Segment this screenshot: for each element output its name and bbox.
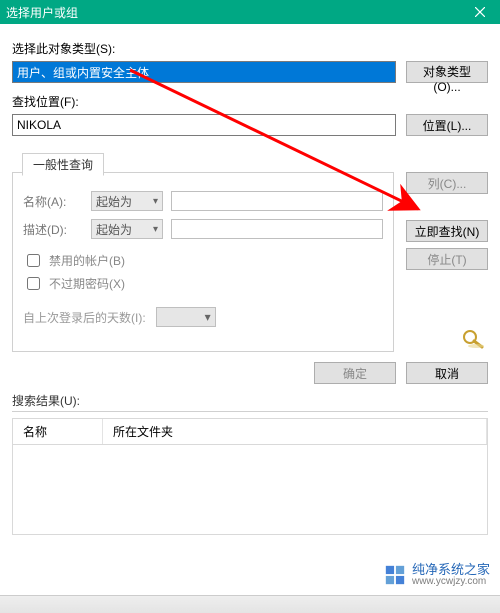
search-results-label: 搜索结果(U): bbox=[12, 392, 488, 409]
column-name[interactable]: 名称 bbox=[13, 419, 103, 444]
desc-label: 描述(D): bbox=[23, 221, 83, 238]
disabled-accounts-check[interactable]: 禁用的帐户(B) bbox=[23, 251, 383, 270]
name-label: 名称(A): bbox=[23, 193, 83, 210]
dialog-body: 选择此对象类型(S): 对象类型(O)... 查找位置(F): 位置(L)...… bbox=[0, 24, 500, 541]
results-list[interactable] bbox=[12, 445, 488, 535]
object-type-label: 选择此对象类型(S): bbox=[12, 40, 488, 57]
object-types-button[interactable]: 对象类型(O)... bbox=[406, 61, 488, 83]
chevron-down-icon: ▾ bbox=[153, 224, 158, 235]
columns-button[interactable]: 列(C)... bbox=[406, 172, 488, 194]
close-button[interactable] bbox=[460, 0, 500, 24]
ok-button[interactable]: 确定 bbox=[314, 362, 396, 384]
watermark-url: www.ycwjzy.com bbox=[412, 576, 490, 587]
separator bbox=[12, 411, 488, 412]
no-expire-check[interactable]: 不过期密码(X) bbox=[23, 274, 383, 293]
location-field[interactable] bbox=[12, 114, 396, 136]
name-input[interactable] bbox=[171, 191, 383, 211]
watermark: 纯净系统之家 www.ycwjzy.com bbox=[384, 563, 490, 587]
desc-match-value: 起始为 bbox=[96, 221, 132, 238]
search-icon bbox=[406, 329, 488, 352]
object-type-field[interactable] bbox=[12, 61, 396, 83]
stop-button[interactable]: 停止(T) bbox=[406, 248, 488, 270]
query-panel: 名称(A): 起始为 ▾ 描述(D): 起始为 ▾ bbox=[12, 172, 394, 352]
no-expire-checkbox[interactable] bbox=[27, 277, 40, 290]
location-label: 查找位置(F): bbox=[12, 93, 488, 110]
name-match-combo[interactable]: 起始为 ▾ bbox=[91, 191, 163, 211]
column-folder[interactable]: 所在文件夹 bbox=[103, 419, 487, 444]
close-icon bbox=[475, 7, 485, 17]
chevron-down-icon: ▾ bbox=[205, 310, 211, 324]
watermark-text: 纯净系统之家 bbox=[412, 563, 490, 576]
status-bar bbox=[0, 595, 500, 613]
find-now-button[interactable]: 立即查找(N) bbox=[406, 220, 488, 242]
tab-common-queries[interactable]: 一般性查询 bbox=[22, 153, 104, 176]
disabled-accounts-label: 禁用的帐户(B) bbox=[49, 252, 125, 269]
locations-button[interactable]: 位置(L)... bbox=[406, 114, 488, 136]
days-since-logon-label: 自上次登录后的天数(I): bbox=[23, 309, 146, 326]
cancel-button[interactable]: 取消 bbox=[406, 362, 488, 384]
titlebar: 选择用户或组 bbox=[0, 0, 500, 24]
desc-input[interactable] bbox=[171, 219, 383, 239]
chevron-down-icon: ▾ bbox=[153, 196, 158, 207]
disabled-accounts-checkbox[interactable] bbox=[27, 254, 40, 267]
results-header: 名称 所在文件夹 bbox=[12, 418, 488, 445]
desc-match-combo[interactable]: 起始为 ▾ bbox=[91, 219, 163, 239]
watermark-logo-icon bbox=[384, 564, 406, 586]
window-title: 选择用户或组 bbox=[6, 4, 78, 21]
days-combo[interactable]: ▾ bbox=[156, 307, 216, 327]
name-match-value: 起始为 bbox=[96, 193, 132, 210]
no-expire-label: 不过期密码(X) bbox=[49, 275, 125, 292]
